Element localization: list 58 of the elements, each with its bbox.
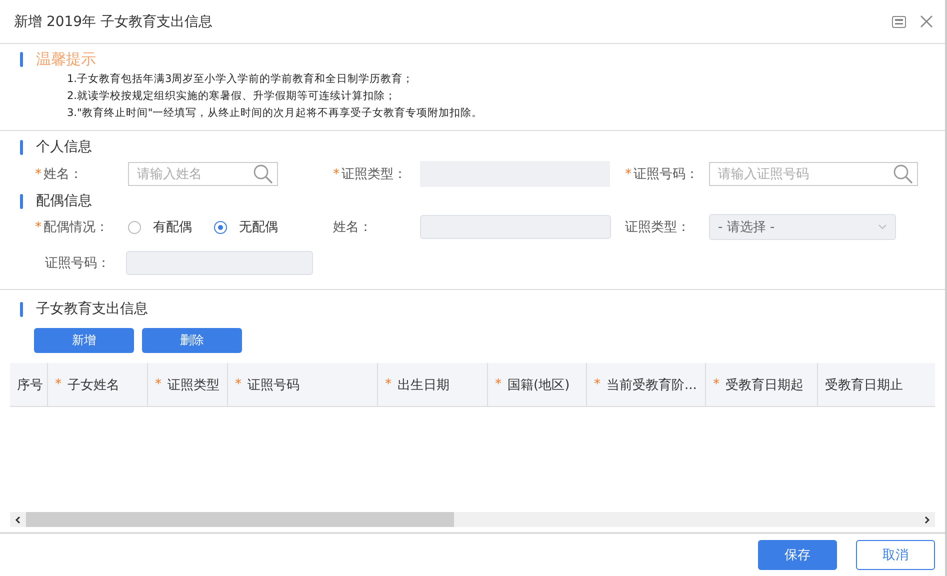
required-mark: * — [594, 377, 600, 392]
input-field[interactable] — [420, 215, 611, 239]
required-mark: * — [495, 377, 502, 392]
field-label: 姓名： — [333, 219, 372, 236]
column-header: 证照号码 — [248, 376, 300, 394]
column-header: 出生日期 — [398, 376, 450, 394]
required-mark: * — [55, 377, 62, 392]
section-heading: 温馨提示 — [36, 50, 96, 68]
column-header: 证照类型 — [168, 376, 220, 394]
close-icon[interactable] — [920, 15, 933, 28]
section-heading: 子女教育支出信息 — [36, 300, 148, 318]
section-marker — [20, 194, 23, 208]
field-label: 姓名： — [44, 166, 82, 183]
tip-text: 2.就读学校按规定组织实施的寒暑假、升学假期等可连续计算扣除； — [67, 89, 398, 104]
horizontal-scrollbar[interactable] — [10, 512, 935, 527]
tip-text: 1.子女教育包括年满3周岁至小学入学前的学前教育和全日制学历教育； — [67, 72, 415, 87]
required-mark: * — [35, 166, 42, 182]
field-label: 证照号码： — [45, 255, 110, 272]
search-field[interactable]: 请输入姓名 — [128, 162, 278, 186]
section-heading: 配偶信息 — [36, 192, 92, 210]
column-header: 受教育日期起 — [726, 376, 804, 394]
required-mark: * — [333, 166, 340, 182]
search-icon[interactable] — [893, 164, 913, 184]
toolbar-button[interactable]: 新增 — [34, 328, 134, 353]
radio-option[interactable]: 无配偶 — [214, 218, 278, 236]
field-label: 证照类型： — [342, 166, 406, 183]
save-button[interactable]: 保存 — [758, 540, 837, 570]
scroll-left-icon[interactable] — [14, 516, 22, 524]
scrollbar-thumb[interactable] — [26, 512, 454, 527]
cancel-button[interactable]: 取消 — [856, 540, 935, 570]
required-mark: * — [625, 166, 632, 182]
search-field[interactable]: 请输入证照号码 — [709, 162, 918, 186]
caret-icon — [878, 224, 887, 230]
column-header: 受教育日期止 — [825, 376, 903, 394]
field-label: 证照类型： — [625, 219, 690, 236]
column-header: 子女姓名 — [68, 376, 120, 394]
field-label: 证照号码： — [634, 166, 698, 183]
toolbar-button[interactable]: 删除 — [142, 328, 242, 353]
column-header: 当前受教育阶... — [606, 376, 697, 394]
column-header: 序号 — [17, 376, 43, 394]
select-field[interactable]: - 请选择 - — [709, 214, 896, 240]
section-marker — [20, 140, 23, 154]
section-marker — [20, 302, 23, 316]
tip-text: 3."教育终止时间"一经填写，从终止时间的次月起将不再享受子女教育专项附加扣除。 — [67, 106, 484, 121]
field-label: 配偶情况： — [44, 219, 108, 236]
required-mark: * — [235, 377, 242, 392]
required-mark: * — [35, 220, 42, 234]
input-field[interactable] — [126, 251, 313, 275]
column-header: 国籍(地区) — [508, 376, 570, 394]
search-icon[interactable] — [253, 164, 273, 184]
window-title: 新增 2019年 子女教育支出信息 — [14, 12, 214, 30]
radio-option[interactable]: 有配偶 — [128, 218, 192, 236]
section-heading: 个人信息 — [36, 138, 92, 156]
required-mark: * — [155, 377, 162, 392]
section-marker — [20, 52, 23, 66]
required-mark: * — [713, 377, 720, 392]
required-mark: * — [385, 377, 392, 392]
scroll-right-icon[interactable] — [923, 516, 931, 524]
